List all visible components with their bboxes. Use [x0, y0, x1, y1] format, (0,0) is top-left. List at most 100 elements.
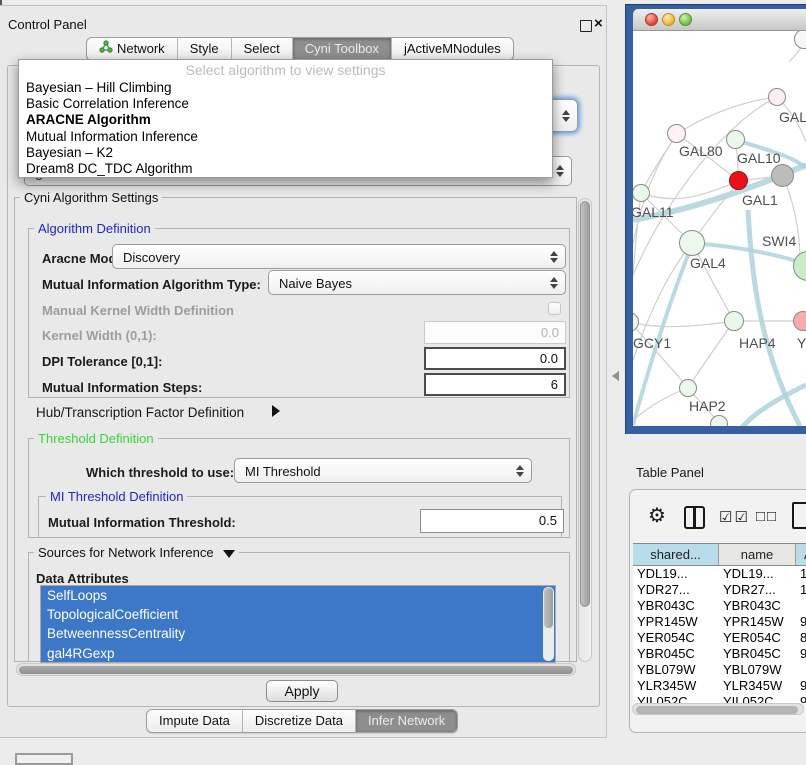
table-row[interactable]: YBR045CYBR045C9.	[633, 646, 806, 662]
table-row[interactable]: YBR043CYBR043C	[633, 598, 806, 614]
close-icon[interactable]: ×	[594, 15, 603, 32]
column-header-name[interactable]: name	[719, 543, 796, 566]
tab-select[interactable]: Select	[231, 38, 292, 60]
mi-steps-field[interactable]: 6	[424, 373, 566, 396]
stepper-icon	[549, 251, 558, 263]
table-row[interactable]: YPR145WYPR145W9.	[633, 614, 806, 630]
kernel-width-field[interactable]: 0.0	[424, 321, 566, 344]
document-icon[interactable]	[792, 502, 806, 529]
expand-arrow-icon[interactable]	[272, 405, 280, 417]
dpi-tolerance-label: DPI Tolerance [0,1]:	[42, 354, 162, 369]
network-node-gal10[interactable]	[726, 130, 745, 149]
settings-scrollbar-thumb[interactable]	[580, 201, 590, 607]
table-row[interactable]: YBL079WYBL079W	[633, 662, 806, 678]
table-row[interactable]: YIL052CYIL052C9.	[633, 694, 806, 703]
table-row[interactable]: YDR27...YDR27...12	[633, 582, 806, 598]
node-label: GAL1	[742, 192, 778, 208]
settings-scrollbar[interactable]	[578, 198, 592, 662]
minimize-window-icon[interactable]	[662, 13, 675, 26]
node-label: GCY1	[633, 335, 671, 351]
mi-algorithm-type-label: Mutual Information Algorithm Type:	[42, 277, 261, 292]
unchecked-columns-icon[interactable]: □□	[756, 508, 778, 525]
attributes-scrollbar[interactable]	[543, 587, 554, 661]
settings-hscrollbar[interactable]	[16, 663, 576, 676]
threshold-definition-title: Threshold Definition	[34, 431, 158, 446]
network-node-y-partial[interactable]	[793, 311, 806, 331]
dropdown-item[interactable]: Basic Correlation Inference	[19, 96, 552, 112]
network-canvas[interactable]: GAL GAL80 GAL10 GAL1 GAL11 GAL4 SWI4 GCY…	[633, 31, 806, 426]
screen: { "control_panel": { "title": "Control P…	[0, 0, 806, 762]
dropdown-item[interactable]: Dream8 DC_TDC Algorithm	[19, 161, 552, 177]
network-node-hap2[interactable]	[679, 379, 697, 397]
zoom-window-icon[interactable]	[679, 13, 692, 26]
network-node-gal-partial[interactable]	[768, 88, 786, 106]
tab-network[interactable]: Network	[87, 38, 177, 60]
tab-cyni-toolbox[interactable]: Cyni Toolbox	[292, 38, 391, 60]
dropdown-item[interactable]: Bayesian – K2	[19, 145, 552, 161]
column-header-shared[interactable]: shared...	[633, 543, 719, 566]
attribute-item[interactable]: SelfLoops	[41, 586, 555, 605]
split-columns-icon[interactable]	[684, 506, 705, 529]
stepper-icon	[515, 465, 524, 477]
node-label: SWI4	[762, 233, 796, 249]
node-label: GAL11	[633, 204, 674, 220]
gear-icon[interactable]: ⚙	[648, 503, 666, 528]
table-row[interactable]: YLR345WYLR345W9.	[633, 678, 806, 694]
node-label: HAP2	[689, 398, 726, 414]
aracne-mode-select[interactable]: Discovery	[112, 244, 566, 269]
which-threshold-select[interactable]: MI Threshold	[234, 458, 532, 483]
control-panel-title: Control Panel	[8, 17, 87, 32]
table-row[interactable]: YDL19...YDL19...13	[633, 566, 806, 582]
mi-threshold-field[interactable]: 0.5	[420, 509, 564, 533]
mi-algorithm-type-value: Naive Bayes	[279, 271, 352, 296]
float-window-icon[interactable]	[580, 20, 592, 32]
attribute-item[interactable]: BetweennessCentrality	[41, 624, 555, 643]
which-threshold-label: Which threshold to use:	[86, 465, 234, 480]
table-row[interactable]: YER054CYER054C8.	[633, 630, 806, 646]
algorithm-definition-title: Algorithm Definition	[34, 221, 155, 236]
control-panel-window: Control Panel × Network Style Select Cyn…	[0, 5, 607, 738]
network-node-gray[interactable]	[771, 164, 794, 187]
tab-impute-data[interactable]: Impute Data	[147, 710, 242, 732]
tab-discretize-data[interactable]: Discretize Data	[242, 710, 355, 732]
node-label: HAP4	[739, 335, 776, 351]
attributes-scrollbar-thumb[interactable]	[544, 588, 553, 628]
data-attributes-label: Data Attributes	[36, 571, 129, 586]
network-node-gal1[interactable]	[729, 171, 748, 190]
checked-columns-icon[interactable]: ☑☑	[719, 508, 750, 526]
kernel-width-label: Kernel Width (0,1):	[42, 328, 157, 343]
manual-kernel-width-checkbox[interactable]	[548, 302, 561, 315]
mi-threshold-label: Mutual Information Threshold:	[48, 515, 236, 530]
network-node-gal80[interactable]	[667, 124, 686, 143]
dpi-tolerance-field[interactable]: 0.0	[424, 347, 566, 370]
node-table[interactable]: YDL19...YDL19...13 YDR27...YDR27...12 YB…	[633, 566, 806, 703]
mi-algorithm-type-select[interactable]: Naive Bayes	[268, 270, 566, 295]
attribute-item[interactable]: gal4RGexp	[41, 644, 555, 663]
tab-style[interactable]: Style	[177, 38, 231, 60]
collapse-arrow-icon[interactable]	[223, 550, 235, 558]
network-window-titlebar[interactable]	[633, 9, 806, 31]
table-hscrollbar-thumb[interactable]	[636, 706, 798, 714]
dropdown-item-selected[interactable]: ARACNE Algorithm	[19, 112, 552, 128]
close-window-icon[interactable]	[645, 13, 658, 26]
manual-kernel-width-label: Manual Kernel Width Definition	[42, 303, 234, 318]
dropdown-item[interactable]: Bayesian – Hill Climbing	[19, 80, 552, 96]
tab-infer-network[interactable]: Infer Network	[355, 710, 457, 732]
column-header-partial[interactable]: A	[796, 543, 806, 566]
apply-button[interactable]: Apply	[266, 680, 338, 702]
data-attributes-list[interactable]: SelfLoops TopologicalCoefficient Between…	[40, 585, 556, 663]
settings-hscrollbar-thumb[interactable]	[19, 666, 573, 674]
attribute-item[interactable]: TopologicalCoefficient	[41, 605, 555, 624]
hub-definition-label: Hub/Transcription Factor Definition	[36, 405, 244, 420]
network-node-hap4[interactable]	[724, 311, 744, 331]
stepper-icon	[561, 110, 570, 122]
table-hscrollbar[interactable]	[632, 703, 804, 715]
panel-divider-grip[interactable]	[612, 371, 619, 381]
network-node-gal4[interactable]	[679, 230, 705, 256]
control-panel-tabbar: Network Style Select Cyni Toolbox jActiv…	[86, 37, 514, 61]
algorithm-dropdown-popup: Select algorithm to view settings Bayesi…	[18, 59, 553, 178]
network-node[interactable]	[710, 415, 728, 426]
node-label: GAL	[779, 109, 806, 125]
dropdown-item[interactable]: Mutual Information Inference	[19, 129, 552, 145]
tab-jactivemnodules[interactable]: jActiveMNodules	[391, 38, 513, 60]
